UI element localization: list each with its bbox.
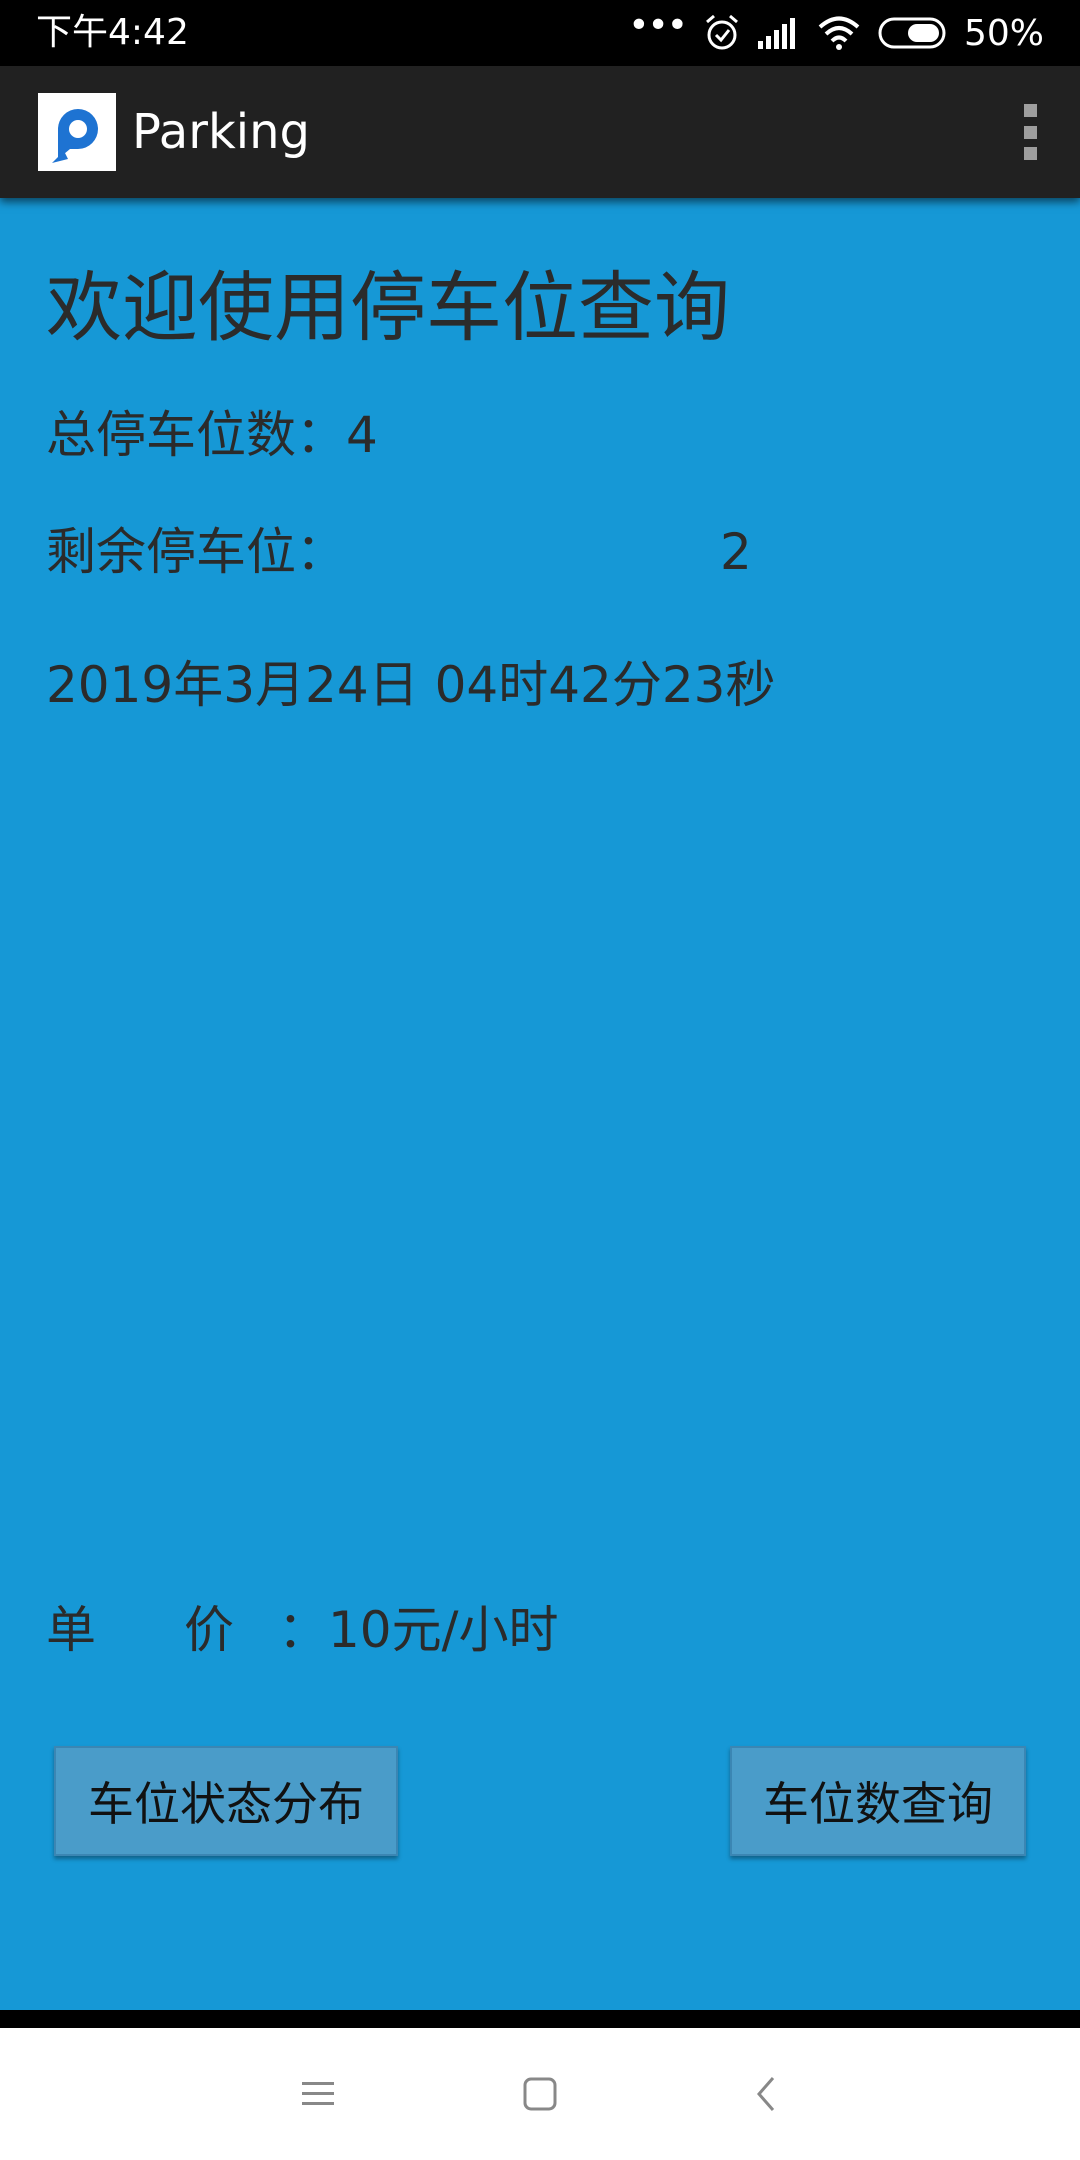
home-icon[interactable] xyxy=(510,2064,570,2124)
overflow-menu-icon[interactable] xyxy=(1008,100,1052,164)
battery-icon xyxy=(878,17,946,49)
status-time: 下午4:42 xyxy=(36,12,189,53)
main-content: 欢迎使用停车位查询 总停车位数：4 剩余停车位： 2 2019年3月24日 04… xyxy=(0,198,1080,2010)
remaining-spots-value: 2 xyxy=(720,523,752,581)
spot-status-distribution-button[interactable]: 车位状态分布 xyxy=(54,1746,398,1856)
menu-dot xyxy=(1023,125,1037,139)
current-datetime: 2019年3月24日 04时42分23秒 xyxy=(46,656,776,714)
notification-dots: ••• xyxy=(628,5,688,46)
navigation-bar xyxy=(0,2028,1080,2160)
menu-icon[interactable] xyxy=(288,2064,348,2124)
app-title: Parking xyxy=(132,104,310,160)
parking-logo-icon xyxy=(38,93,116,171)
menu-dot xyxy=(1023,147,1037,160)
alarm-icon xyxy=(704,14,740,52)
status-bar: 下午4:42 ••• 50% xyxy=(0,0,1080,66)
unit-price-label-part1: 单 xyxy=(46,1601,96,1659)
nav-divider xyxy=(0,2010,1080,2028)
signal-icon xyxy=(757,17,800,49)
app-bar: Parking xyxy=(0,66,1080,198)
menu-dot xyxy=(1023,104,1037,117)
back-icon[interactable] xyxy=(736,2064,796,2124)
page-title: 欢迎使用停车位查询 xyxy=(46,263,730,352)
spot-count-query-button[interactable]: 车位数查询 xyxy=(730,1746,1026,1856)
battery-percent: 50% xyxy=(963,12,1044,54)
remaining-spots-label: 剩余停车位： xyxy=(46,523,346,581)
status-icons: ••• 50% xyxy=(628,0,1044,66)
unit-price-value: ：10元/小时 xyxy=(278,1601,559,1659)
total-spots-text: 总停车位数：4 xyxy=(46,406,378,464)
unit-price-label-part2: 价 xyxy=(184,1601,234,1659)
wifi-icon xyxy=(818,16,860,50)
